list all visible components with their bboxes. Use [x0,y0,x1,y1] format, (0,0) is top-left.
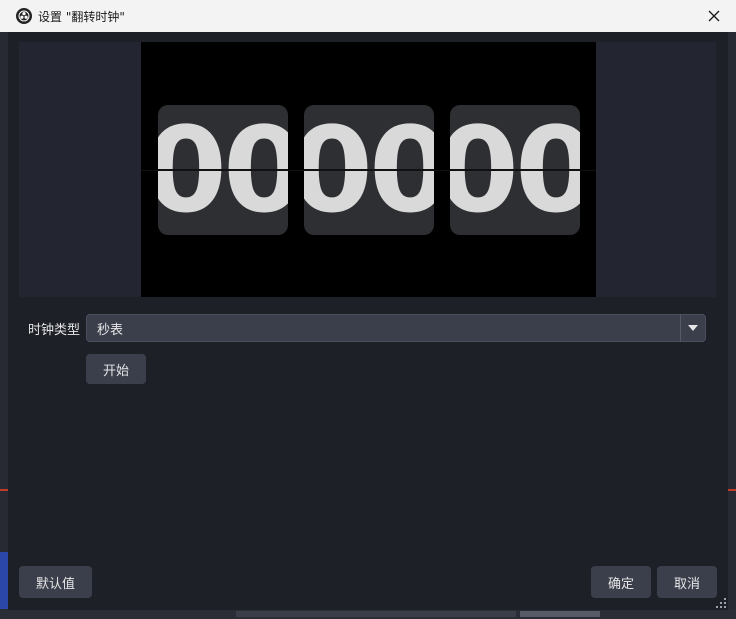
clock-type-value: 秒表 [97,322,124,338]
background-right-edge [728,0,736,619]
ok-button[interactable]: 确定 [591,566,651,598]
background-bottom-strip [0,609,736,619]
flip-divider [304,169,434,171]
chevron-down-icon [688,325,698,331]
flip-card-hours: 00 [158,105,288,235]
background-blue-panel [0,552,8,610]
clock-type-label: 时钟类型 [28,323,81,338]
window-title: 设置 "翻转时钟" [38,9,125,24]
settings-dialog: 00 00 00 时钟类型 秒表 开始 默认值 确定 取消 [8,32,728,610]
close-button[interactable] [702,4,726,28]
cancel-button[interactable]: 取消 [657,566,717,598]
obs-app-icon [16,8,32,24]
flip-divider [158,169,288,171]
background-left-edge [0,0,8,619]
start-button[interactable]: 开始 [86,354,146,384]
preview-canvas: 00 00 00 [141,42,596,297]
title-bar: 设置 "翻转时钟" [0,0,736,32]
dropdown-arrow-button[interactable] [680,315,705,341]
defaults-button[interactable]: 默认值 [19,566,92,598]
background-red-line-right [728,489,736,491]
flip-divider [450,169,580,171]
background-red-line-left [0,489,8,491]
close-icon [708,10,720,22]
source-preview: 00 00 00 [19,42,716,297]
resize-grip-icon[interactable] [716,598,726,608]
flip-card-minutes: 00 [304,105,434,235]
flip-card-seconds: 00 [450,105,580,235]
clock-type-select[interactable]: 秒表 [86,314,706,342]
